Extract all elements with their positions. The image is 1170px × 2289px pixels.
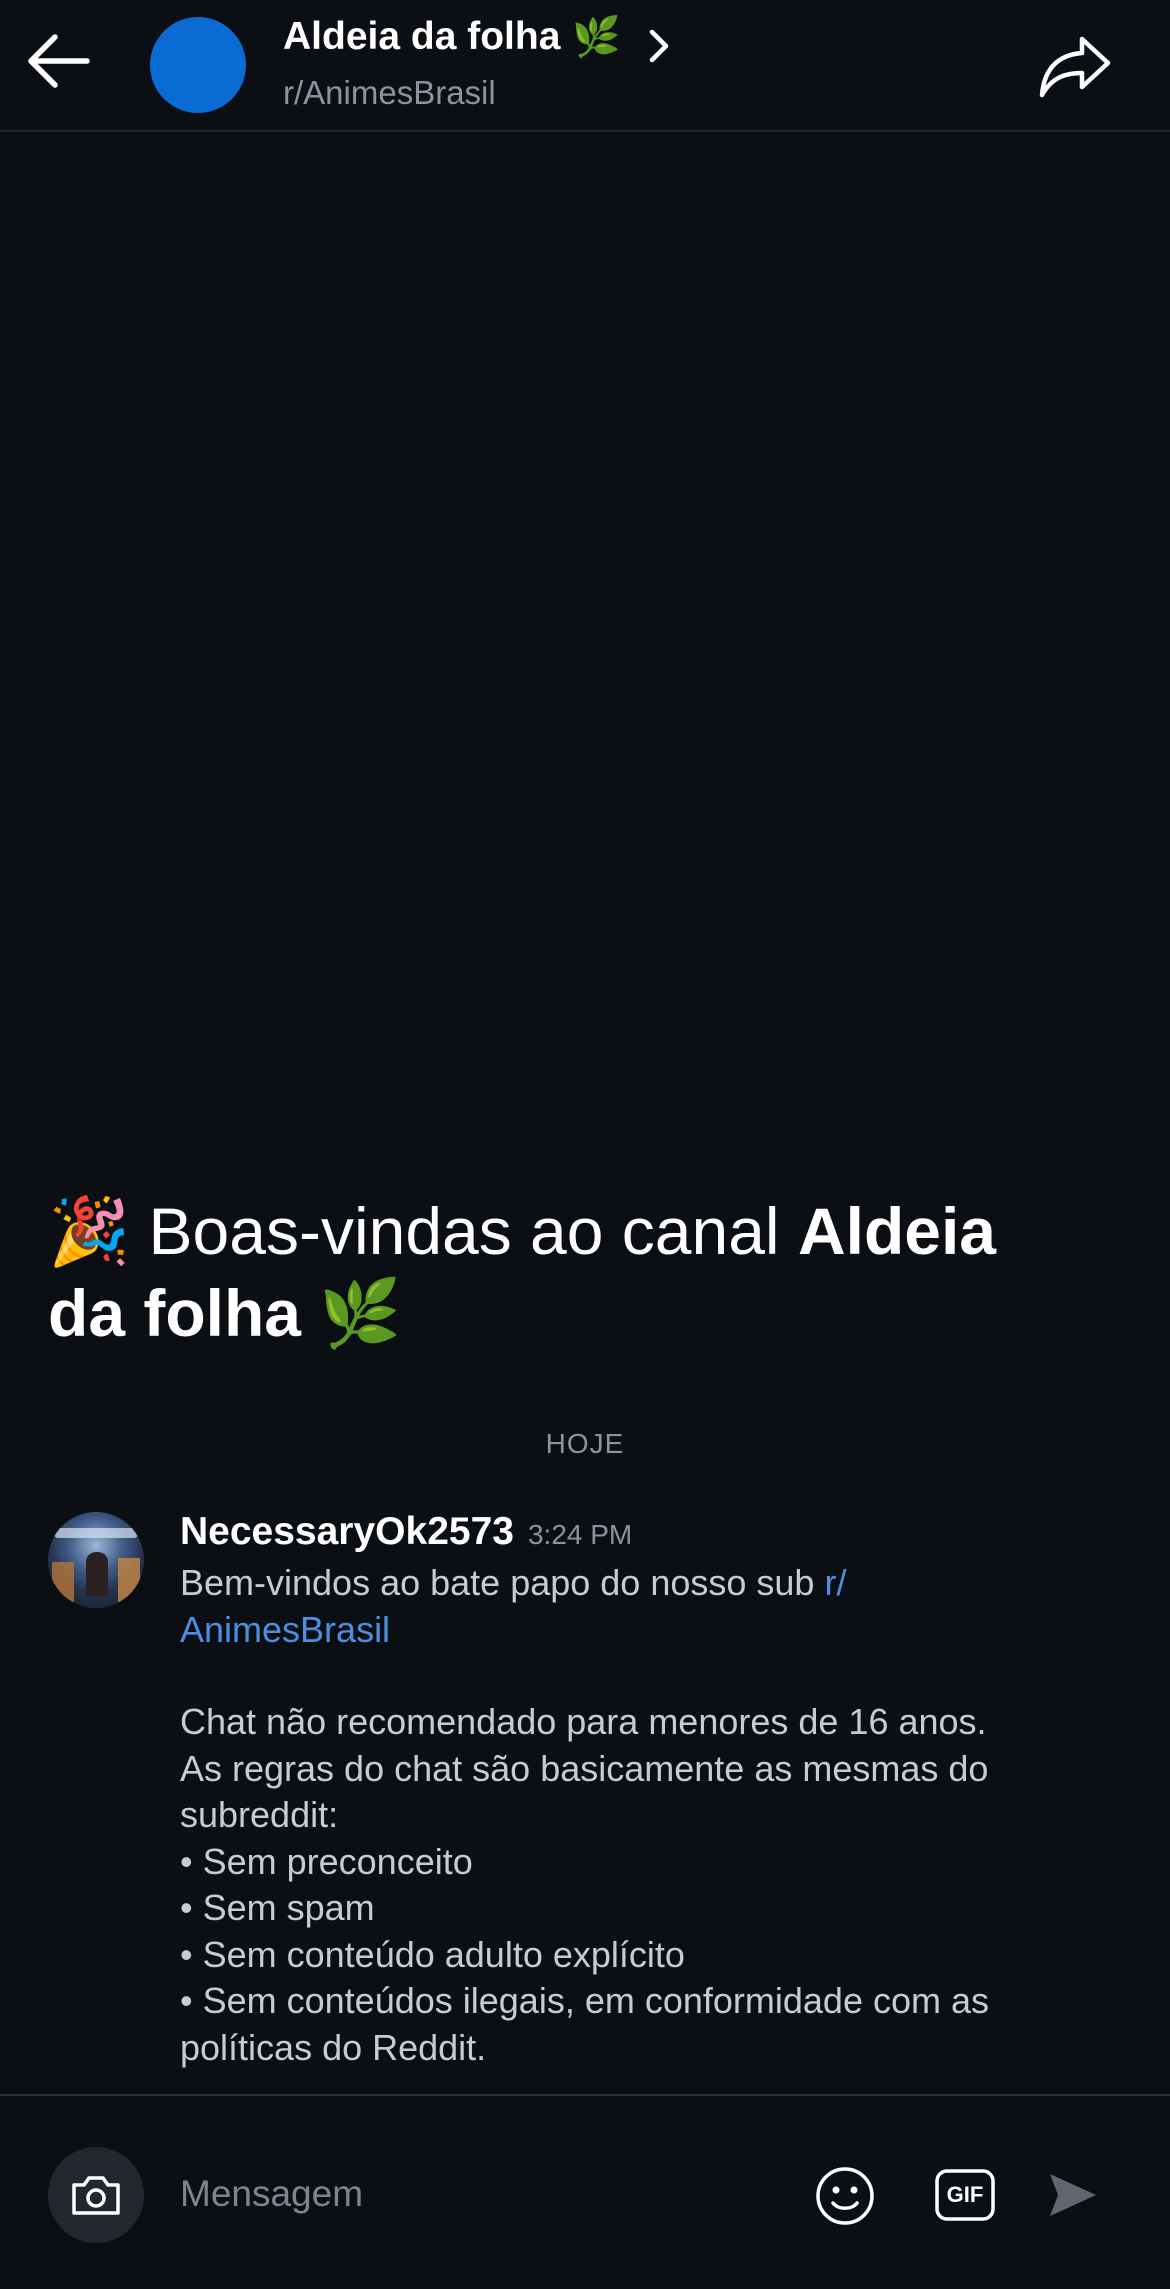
back-button[interactable] xyxy=(22,25,94,97)
channel-title[interactable]: Aldeia da folha 🌿 xyxy=(283,14,621,60)
message-line: • Sem spam xyxy=(180,1887,375,1928)
share-button[interactable] xyxy=(1036,30,1114,102)
message-intro: Bem-vindos ao bate papo do nosso sub xyxy=(180,1562,815,1603)
message-line: Bem-vindos ao bate papo do nosso sub r/ xyxy=(180,1560,1120,1607)
subreddit-link[interactable]: r/ xyxy=(824,1562,846,1603)
message-line: As regras do chat são basicamente as mes… xyxy=(180,1747,989,1789)
message-line: • Sem conteúdo adulto explícito xyxy=(180,1933,685,1975)
camera-button[interactable] xyxy=(48,2147,144,2243)
welcome-prefix: Boas-vindas ao canal xyxy=(148,1194,780,1268)
welcome-channel-line1: Aldeia xyxy=(797,1194,997,1268)
message-line: • Sem preconceito xyxy=(180,1840,473,1882)
message-line: • Sem conteúdos ilegais, em conformidade… xyxy=(180,1980,989,2021)
channel-avatar[interactable] xyxy=(150,17,246,113)
leaf-emoji: 🌿 xyxy=(572,16,621,59)
chevron-right-icon[interactable] xyxy=(644,28,674,64)
subreddit-link-continued[interactable]: AnimesBrasil xyxy=(180,1607,1120,1654)
emoji-button[interactable] xyxy=(812,2163,878,2229)
message-input[interactable] xyxy=(180,2158,750,2230)
message-line: Chat não recomendado para menores de 16 … xyxy=(180,1701,987,1742)
send-icon xyxy=(1050,2174,1096,2216)
message-line: subreddit: xyxy=(180,1794,339,1835)
channel-title-text: Aldeia da folha xyxy=(283,15,561,58)
message-username[interactable]: NecessaryOk2573 xyxy=(180,1510,514,1554)
arrow-left-icon xyxy=(28,34,90,88)
leaf-emoji: 🌿 xyxy=(319,1276,402,1350)
chat-header: Aldeia da folha 🌿 r/AnimesBrasil xyxy=(0,0,1170,132)
avatar[interactable] xyxy=(48,1512,144,1608)
party-emoji: 🎉 xyxy=(48,1194,131,1268)
message-body: Bem-vindos ao bate papo do nosso sub r/ … xyxy=(180,1560,1120,2071)
welcome-channel-line2: da folha xyxy=(48,1276,302,1350)
share-icon xyxy=(1039,36,1111,98)
gif-label: GIF xyxy=(946,2182,984,2207)
subreddit-name[interactable]: r/AnimesBrasil xyxy=(283,74,496,112)
day-divider: HOJE xyxy=(545,1428,625,1459)
gif-button[interactable]: GIF xyxy=(932,2165,998,2225)
message-composer: GIF xyxy=(0,2094,1170,2289)
message-timestamp: 3:24 PM xyxy=(527,1519,633,1550)
message-header: NecessaryOk2573 3:24 PM xyxy=(180,1510,632,1554)
message-line: políticas do Reddit. xyxy=(180,2026,487,2068)
camera-icon xyxy=(72,2176,120,2215)
welcome-banner: 🎉 Boas-vindas ao canal Aldeia da folha 🌿 xyxy=(48,1190,1108,1354)
smiley-icon xyxy=(816,2167,874,2225)
send-button[interactable] xyxy=(1044,2164,1102,2226)
